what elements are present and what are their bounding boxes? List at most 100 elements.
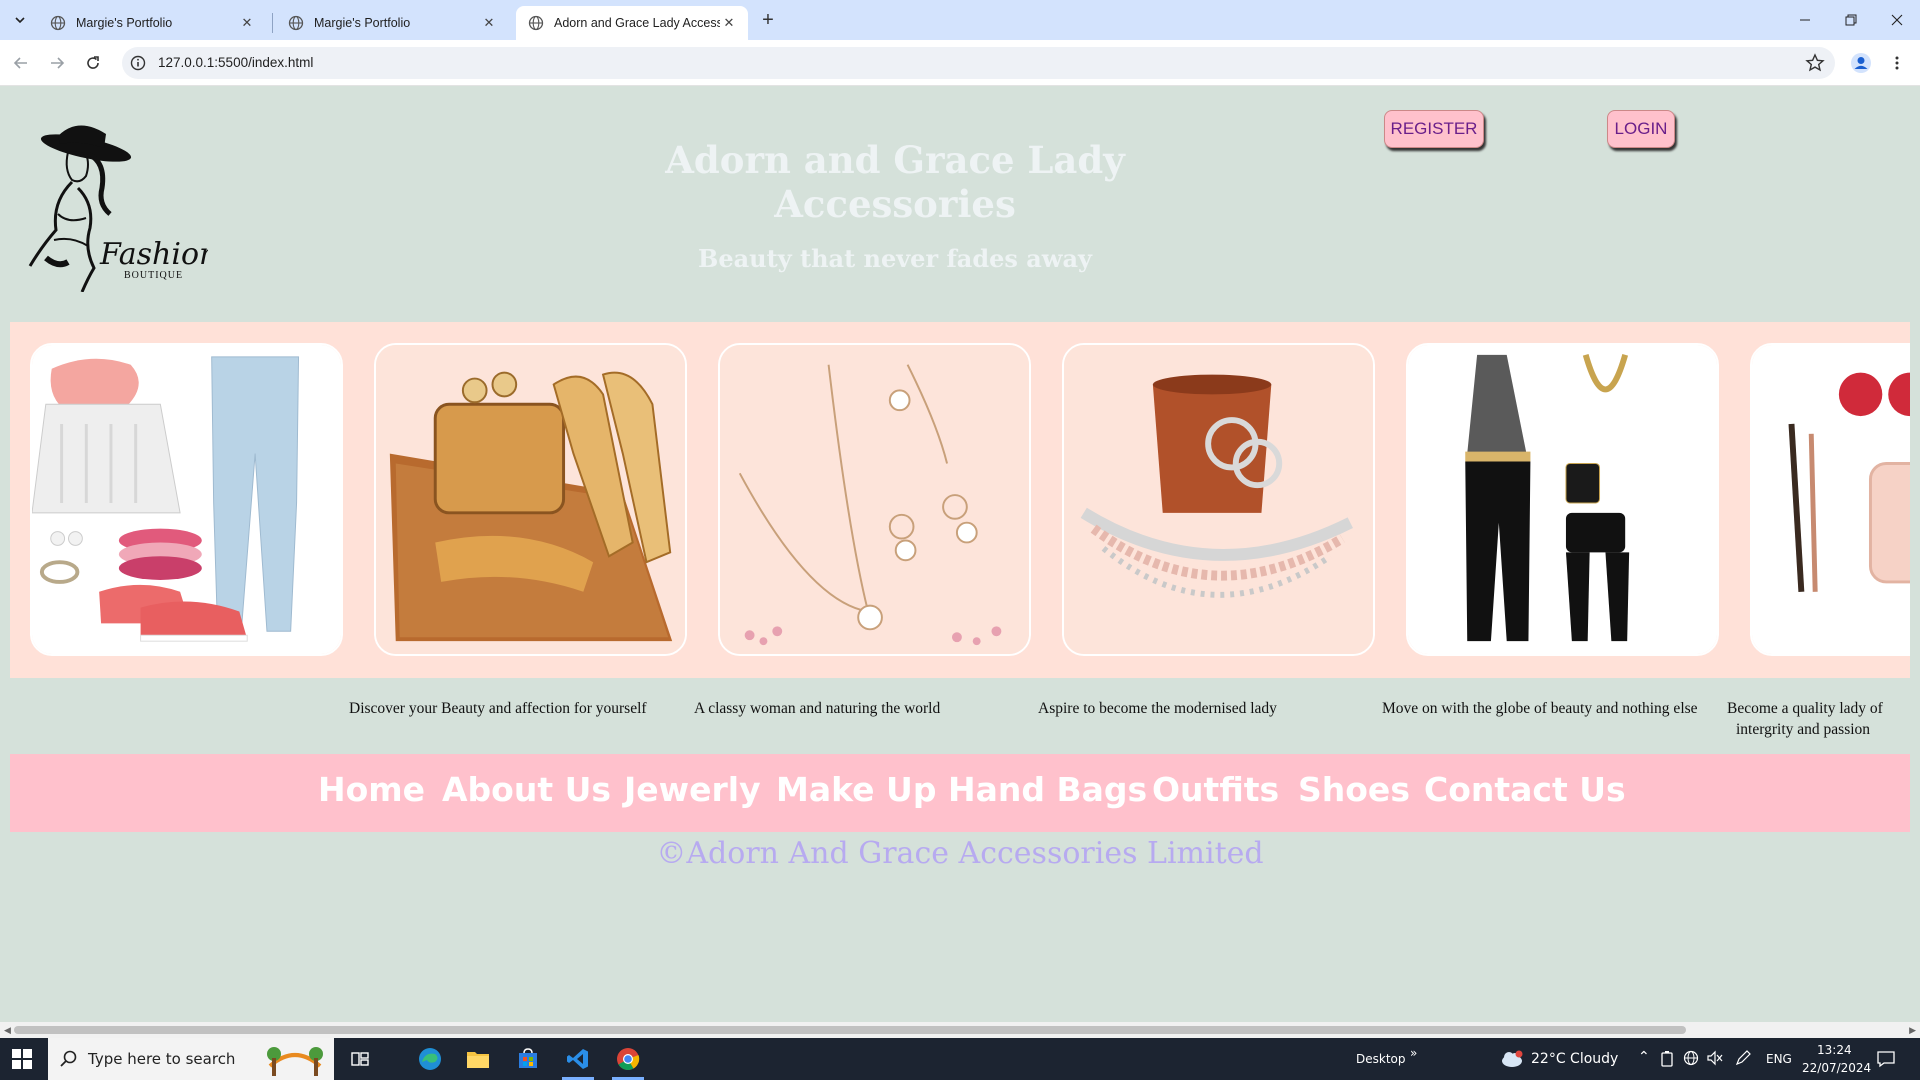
file-explorer-button[interactable] <box>454 1038 502 1080</box>
store-button[interactable] <box>504 1038 552 1080</box>
chevron-down-icon <box>15 17 25 24</box>
product-image-bridal-jewelry[interactable] <box>1062 343 1375 656</box>
product-image-black-jumpsuit[interactable] <box>1406 343 1719 656</box>
browser-toolbar: 127.0.0.1:5500/index.html <box>0 40 1920 86</box>
nav-jewerly[interactable]: Jewerly <box>624 770 761 809</box>
store-icon <box>519 1048 537 1068</box>
site-title: Adorn and Grace Lady Accessories <box>665 138 1125 226</box>
desktop-toolbar-label[interactable]: Desktop <box>1356 1052 1406 1066</box>
nav-make-up[interactable]: Make Up <box>776 770 936 809</box>
close-icon[interactable]: ✕ <box>480 14 498 32</box>
search-placeholder: Type here to search <box>88 1050 236 1068</box>
browser-tab[interactable]: Margie's Portfolio ✕ <box>38 6 266 40</box>
globe-icon <box>288 15 304 31</box>
chrome-button[interactable] <box>604 1038 652 1080</box>
edge-button[interactable] <box>406 1038 454 1080</box>
network-globe-icon[interactable] <box>1683 1050 1699 1066</box>
new-tab-button[interactable]: + <box>756 8 780 32</box>
address-bar[interactable]: 127.0.0.1:5500/index.html <box>122 47 1835 79</box>
info-icon[interactable] <box>130 55 146 71</box>
nav-hand-bags[interactable]: Hand Bags <box>948 770 1147 809</box>
tab-title: Adorn and Grace Lady Accesso <box>554 16 720 30</box>
product-image-outfit-collage[interactable] <box>30 343 343 656</box>
task-view-button[interactable] <box>336 1038 384 1080</box>
more-vertical-icon <box>1895 56 1899 70</box>
folder-icon <box>467 1052 489 1068</box>
tab-search-button[interactable] <box>6 9 34 31</box>
copyright-text: ©Adorn And Grace Accessories Limited <box>656 836 1264 871</box>
minimize-button[interactable] <box>1782 0 1828 40</box>
close-icon[interactable]: ✕ <box>238 14 256 32</box>
globe-icon <box>528 15 544 31</box>
caption-5-line-1: Become a quality lady of <box>1727 700 1883 717</box>
windows-start-icon[interactable] <box>12 1049 32 1069</box>
nav-home[interactable]: Home <box>318 770 425 809</box>
fashion-boutique-logo[interactable]: Fashion BOUTIQUE <box>28 118 218 293</box>
nav-shoes[interactable]: Shoes <box>1298 770 1410 809</box>
weather-status[interactable]: 22°C Cloudy <box>1531 1051 1618 1067</box>
product-gallery <box>10 322 1910 678</box>
close-icon[interactable]: ✕ <box>720 14 738 32</box>
product-image-pendant-jewelry[interactable] <box>718 343 1031 656</box>
reload-button[interactable] <box>80 50 106 76</box>
caption-2: A classy woman and naturing the world <box>694 700 941 717</box>
scroll-right-icon[interactable]: ▶ <box>1909 1025 1916 1036</box>
back-button[interactable] <box>8 50 34 76</box>
profile-icon <box>1851 53 1871 73</box>
menu-button[interactable] <box>1884 50 1910 76</box>
product-image-makeup-sunglasses[interactable] <box>1750 343 1910 656</box>
minimize-icon <box>1800 19 1810 21</box>
main-navigation: Home About Us Jewerly Make Up Hand Bags … <box>10 754 1910 832</box>
battery-icon[interactable] <box>1660 1051 1674 1067</box>
login-button[interactable]: LOGIN <box>1607 110 1675 148</box>
reload-icon <box>87 56 99 69</box>
chevron-up-icon[interactable]: ⌃ <box>1638 1049 1650 1065</box>
weather-cloud-icon[interactable] <box>1500 1050 1524 1068</box>
scrollbar-thumb[interactable] <box>14 1026 1686 1034</box>
search-highlight-icon <box>260 1040 330 1078</box>
clock-date[interactable]: 22/07/2024 <box>1802 1061 1871 1075</box>
close-icon <box>1891 14 1903 26</box>
taskbar-search[interactable]: Type here to search <box>48 1038 334 1080</box>
vscode-button[interactable] <box>554 1038 602 1080</box>
globe-icon <box>50 15 66 31</box>
nav-about-us[interactable]: About Us <box>442 770 611 809</box>
search-icon <box>60 1050 77 1067</box>
restore-button[interactable] <box>1828 0 1874 40</box>
profile-button[interactable] <box>1848 50 1874 76</box>
browser-tab-bar: Margie's Portfolio ✕ Margie's Portfolio … <box>0 0 1920 40</box>
caption-row: Discover your Beauty and affection for y… <box>0 698 1920 758</box>
svg-text:Fashion: Fashion <box>99 237 208 272</box>
notifications-icon[interactable] <box>1876 1049 1896 1069</box>
product-image-gold-clutch-shoes[interactable] <box>374 343 687 656</box>
url-text[interactable]: 127.0.0.1:5500/index.html <box>158 55 313 70</box>
caption-4: Move on with the globe of beauty and not… <box>1382 700 1698 717</box>
language-indicator[interactable]: ENG <box>1766 1052 1792 1066</box>
chrome-icon <box>617 1048 640 1070</box>
scroll-left-icon[interactable]: ◀ <box>4 1025 11 1036</box>
pen-icon[interactable] <box>1735 1050 1751 1066</box>
tab-title: Margie's Portfolio <box>314 16 411 30</box>
vscode-icon <box>567 1049 588 1069</box>
restore-icon <box>1845 14 1857 26</box>
clock-time[interactable]: 13:24 <box>1817 1043 1852 1057</box>
browser-tab-active[interactable]: Adorn and Grace Lady Accesso ✕ <box>516 6 748 40</box>
tab-divider <box>272 13 273 33</box>
task-view-icon <box>351 1052 369 1066</box>
browser-tab[interactable]: Margie's Portfolio ✕ <box>276 6 508 40</box>
windows-taskbar: Type here to search Desktop » 22°C Cloud… <box>0 1038 1920 1080</box>
speaker-muted-icon[interactable] <box>1707 1050 1723 1066</box>
nav-contact-us[interactable]: Contact Us <box>1424 770 1626 809</box>
horizontal-scrollbar[interactable]: ◀ ▶ <box>0 1022 1920 1038</box>
arrow-right-icon <box>51 57 65 69</box>
nav-outfits[interactable]: Outfits <box>1152 770 1279 809</box>
bookmark-star-icon[interactable] <box>1805 53 1825 73</box>
close-window-button[interactable] <box>1874 0 1920 40</box>
tab-title: Margie's Portfolio <box>76 16 173 30</box>
caption-3: Aspire to become the modernised lady <box>1038 700 1277 717</box>
site-tagline: Beauty that never fades away <box>698 244 1092 273</box>
forward-button[interactable] <box>44 50 70 76</box>
register-button[interactable]: REGISTER <box>1384 110 1484 148</box>
chevron-right-icon[interactable]: » <box>1410 1046 1417 1060</box>
caption-5-line-2: intergrity and passion <box>1736 721 1871 738</box>
